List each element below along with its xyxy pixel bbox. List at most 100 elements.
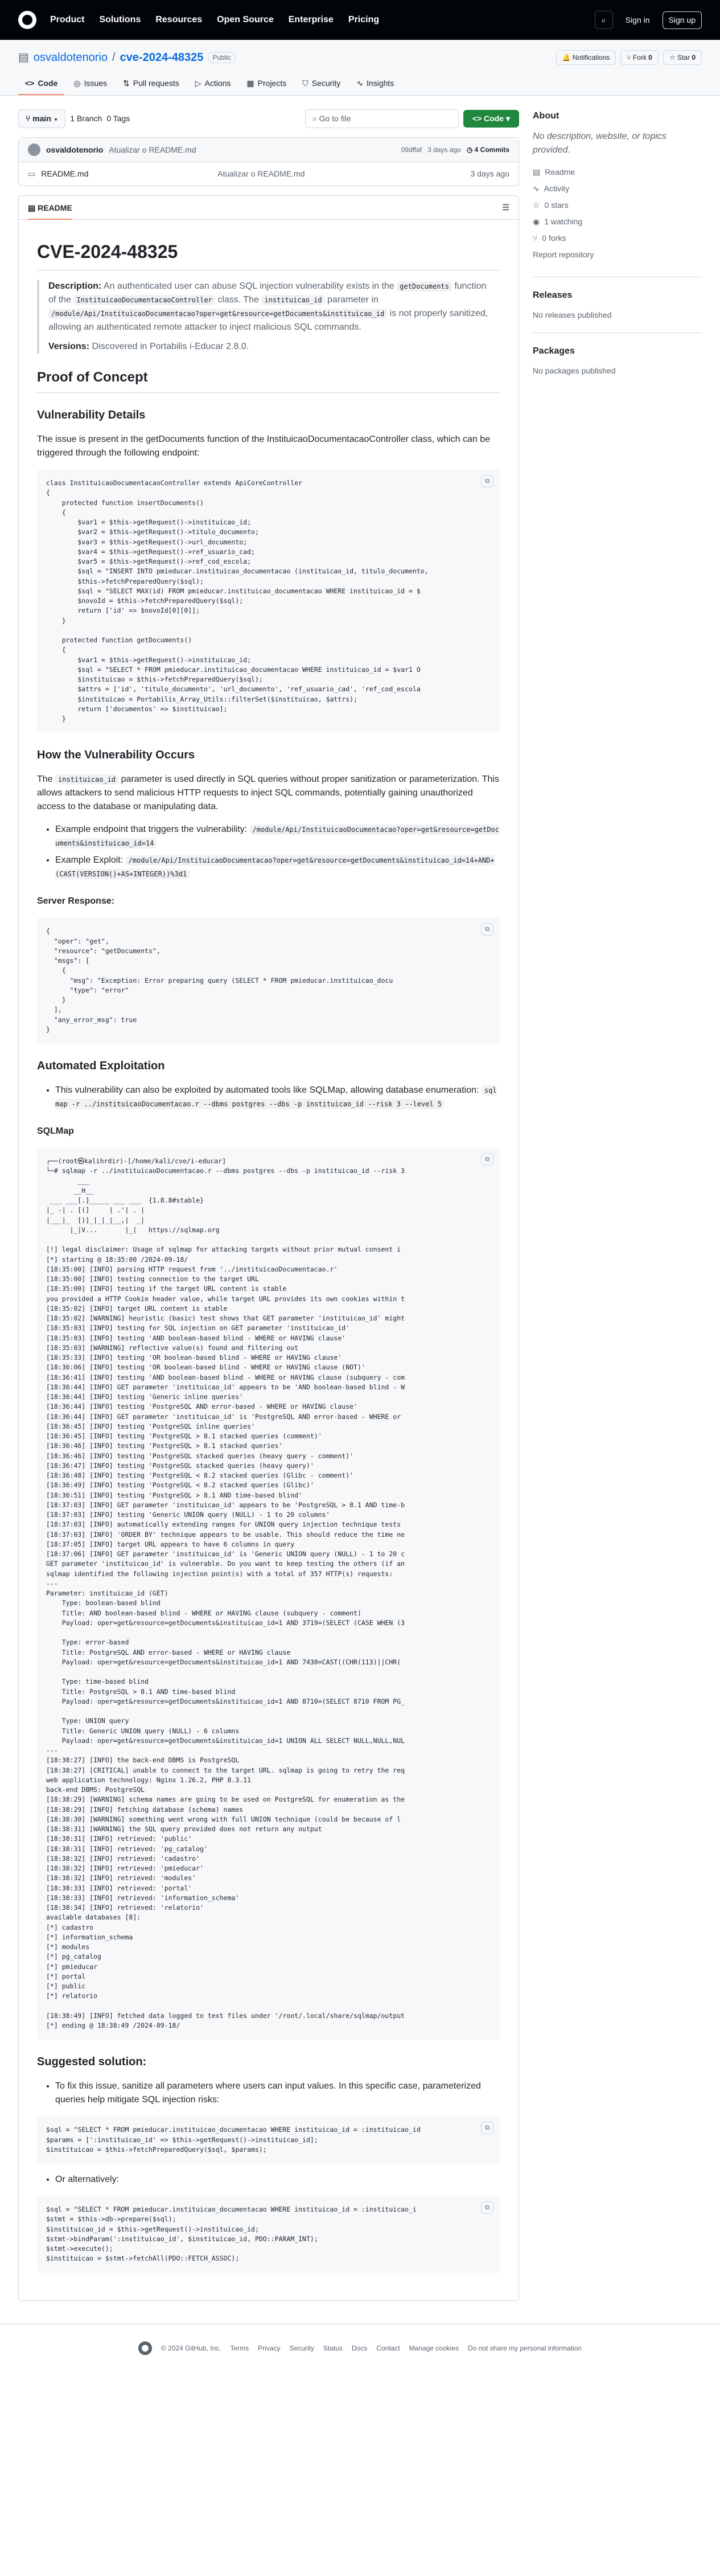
footer-docs[interactable]: Docs bbox=[352, 2343, 367, 2353]
code-icon: <> bbox=[25, 79, 35, 88]
list-item-text: Example Exploit: bbox=[55, 855, 126, 865]
repo-owner-link[interactable]: osvaldotenorio bbox=[34, 49, 108, 66]
table-icon: ▦ bbox=[246, 79, 254, 88]
nav-open-source[interactable]: Open Source bbox=[217, 13, 274, 27]
tab-insights[interactable]: ∿ Insights bbox=[349, 73, 401, 95]
commit-hash[interactable]: 09dffaf bbox=[401, 145, 422, 155]
footer-status[interactable]: Status bbox=[323, 2343, 343, 2353]
footer-security[interactable]: Security bbox=[289, 2343, 314, 2353]
inline-code: InstituicaoDocumentacaoController bbox=[73, 295, 215, 305]
sign-in-link[interactable]: Sign in bbox=[620, 14, 656, 26]
nav-product[interactable]: Product bbox=[50, 13, 84, 27]
report-repository-link[interactable]: Report repository bbox=[533, 249, 702, 261]
description-text-d: parameter in bbox=[324, 295, 378, 305]
footer-privacy[interactable]: Privacy bbox=[258, 2343, 280, 2353]
tab-issues[interactable]: ◎ Issues bbox=[67, 73, 114, 95]
readme-tab[interactable]: ▤ README bbox=[28, 202, 72, 220]
copy-icon[interactable]: ⧉ bbox=[481, 923, 493, 936]
commit-author[interactable]: osvaldotenorio bbox=[46, 144, 103, 156]
avatar[interactable] bbox=[28, 143, 40, 156]
list-item: To fix this issue, sanitize all paramete… bbox=[55, 2079, 500, 2107]
notifications-button[interactable]: 🔔 Notifications bbox=[556, 50, 616, 65]
sidebar-item-forks[interactable]: ⑂ 0 forks bbox=[533, 232, 702, 244]
github-logo-icon[interactable] bbox=[18, 11, 36, 29]
sign-up-button[interactable]: Sign up bbox=[662, 11, 702, 29]
heading-suggested-solution: Suggested solution: bbox=[37, 2056, 147, 2069]
copy-icon[interactable]: ⧉ bbox=[481, 475, 493, 487]
code-block-response: ⧉ { "oper": "get", "resource": "getDocume… bbox=[37, 917, 500, 1044]
eye-icon: ◉ bbox=[533, 217, 540, 226]
notifications-label: Notifications bbox=[572, 54, 610, 61]
nav-enterprise[interactable]: Enterprise bbox=[289, 13, 334, 27]
branch-name: main bbox=[32, 114, 51, 123]
tab-actions-label: Actions bbox=[204, 79, 231, 88]
about-heading: About bbox=[533, 111, 559, 121]
go-to-file-input[interactable]: ⌕ Go to file bbox=[305, 109, 459, 128]
go-to-file-placeholder: Go to file bbox=[319, 114, 351, 123]
footer-terms[interactable]: Terms bbox=[230, 2343, 249, 2353]
inline-code: /module/Api/InstituicaoDocumentacao?oper… bbox=[48, 309, 388, 319]
nav-pricing[interactable]: Pricing bbox=[348, 13, 379, 27]
sidebar-item-watching[interactable]: ◉ 1 watching bbox=[533, 216, 702, 228]
copy-icon[interactable]: ⧉ bbox=[481, 2122, 493, 2135]
heading-automated-exploitation: Automated Exploitation bbox=[37, 1060, 165, 1072]
nav-resources[interactable]: Resources bbox=[155, 13, 202, 27]
visibility-badge: Public bbox=[208, 52, 236, 63]
copy-icon[interactable]: ⧉ bbox=[481, 2201, 493, 2214]
branch-select[interactable]: ⑂ main ▾ bbox=[18, 109, 66, 128]
github-footer-logo-icon[interactable] bbox=[138, 2341, 152, 2355]
sidebar-item-stars[interactable]: ☆ 0 stars bbox=[533, 199, 702, 211]
description-quote: Description: An authenticated user can a… bbox=[37, 280, 500, 354]
footer-contact[interactable]: Contact bbox=[376, 2343, 400, 2353]
tags-link[interactable]: 0 Tags bbox=[106, 113, 130, 125]
description-text-c: class. The bbox=[215, 295, 262, 305]
code-block-controller: ⧉ class InstituicaoDocumentacaoController… bbox=[37, 469, 500, 733]
occurs-text-a: The bbox=[37, 774, 56, 785]
search-icon[interactable]: ⌕ bbox=[594, 11, 613, 29]
nav-solutions[interactable]: Solutions bbox=[99, 13, 141, 27]
star-button[interactable]: ☆ Star 0 bbox=[663, 50, 702, 65]
heading-server-response: Server Response: bbox=[37, 896, 115, 906]
commits-link[interactable]: ◷ 4 Commits bbox=[467, 145, 509, 155]
about-description: No description, website, or topics provi… bbox=[533, 132, 666, 155]
main-column: ⑂ main ▾ 1 Branch 0 Tags ⌕ Go to file <>… bbox=[18, 109, 519, 2301]
fork-button[interactable]: ⑂ Fork 0 bbox=[620, 50, 659, 65]
list-item-text: This vulnerability can also be exploited… bbox=[55, 1085, 479, 1095]
packages-heading[interactable]: Packages bbox=[533, 344, 702, 358]
tab-projects[interactable]: ▦ Projects bbox=[240, 73, 293, 95]
graph-icon: ∿ bbox=[356, 79, 364, 88]
star-label: Star bbox=[677, 54, 690, 61]
file-name[interactable]: README.md bbox=[41, 168, 212, 180]
star-count: 0 bbox=[692, 54, 696, 61]
readme-body: CVE-2024-48325 Description: An authentic… bbox=[19, 220, 519, 2300]
copy-icon[interactable]: ⧉ bbox=[481, 1153, 493, 1166]
pull-request-icon: ⇅ bbox=[123, 79, 130, 88]
repo-name-link[interactable]: cve-2024-48325 bbox=[120, 49, 204, 66]
description-text-a: An authenticated user can abuse SQL inje… bbox=[101, 281, 397, 291]
occurs-text: The instituicao_id parameter is used dir… bbox=[37, 773, 500, 814]
outline-icon[interactable]: ☰ bbox=[502, 202, 509, 214]
sidebar-item-readme[interactable]: ▤ Readme bbox=[533, 166, 702, 178]
inline-code: instituicao_id bbox=[261, 295, 325, 305]
file-commit-message[interactable]: Atualizar o README.md bbox=[217, 168, 305, 180]
footer-do-not-share[interactable]: Do not share my personal information bbox=[468, 2343, 582, 2353]
versions-label: Versions: bbox=[48, 342, 90, 351]
description-paragraph: Description: An authenticated user can a… bbox=[48, 280, 491, 334]
tab-actions[interactable]: ▷ Actions bbox=[188, 73, 238, 95]
list-item: Example Exploit: /module/Api/Instituicao… bbox=[55, 854, 500, 881]
code-button[interactable]: <> Code ▾ bbox=[463, 110, 519, 128]
sidebar-item-label: Readme bbox=[545, 167, 575, 177]
footer-manage-cookies[interactable]: Manage cookies bbox=[409, 2343, 459, 2353]
sidebar-item-activity[interactable]: ∿ Activity bbox=[533, 183, 702, 195]
sidebar-item-label: Activity bbox=[544, 184, 570, 193]
tab-code[interactable]: <> Code bbox=[18, 73, 65, 95]
branches-link[interactable]: 1 Branch bbox=[70, 113, 102, 125]
tab-pull-requests[interactable]: ⇅ Pull requests bbox=[116, 73, 186, 95]
commit-message[interactable]: Atualizar o README.md bbox=[109, 144, 196, 156]
readme-panel: ▤ README ☰ CVE-2024-48325 Description: A… bbox=[18, 195, 519, 2301]
commit-age: 3 days ago bbox=[427, 146, 461, 154]
sidebar-item-label: 1 watching bbox=[544, 217, 583, 226]
tab-security[interactable]: ⛉ Security bbox=[295, 73, 347, 95]
heading-proof-of-concept: Proof of Concept bbox=[37, 367, 500, 393]
releases-heading[interactable]: Releases bbox=[533, 289, 702, 302]
